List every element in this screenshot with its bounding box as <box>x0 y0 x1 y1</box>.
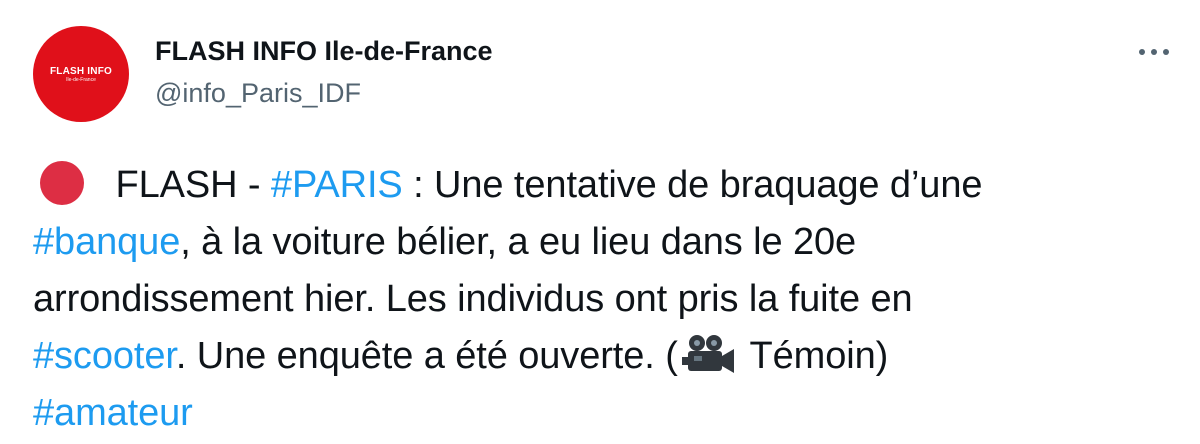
tweet-text-segment: . Une enquête a été ouverte. ( <box>175 335 678 377</box>
hashtag-amateur[interactable]: #amateur <box>33 392 193 434</box>
more-options-button[interactable] <box>1128 28 1180 76</box>
avatar-subtitle: Ile-de-France <box>66 76 96 83</box>
tweet-card[interactable]: FLASH INFO Ile-de-France FLASH INFO Ile-… <box>0 0 1200 444</box>
display-name[interactable]: FLASH INFO Ile-de-France <box>155 36 493 67</box>
tweet-text-segment: FLASH - <box>105 164 271 206</box>
tweet-text: FLASH - #PARIS : Une tentative de braqua… <box>33 157 1173 442</box>
tweet-text-segment: arrondissement hier. Les individus ont p… <box>33 278 913 320</box>
hashtag-banque[interactable]: #banque <box>33 221 180 263</box>
tweet-line-1: FLASH - #PARIS : Une tentative de braqua… <box>33 157 1173 214</box>
tweet-line-5: #amateur <box>33 385 1173 442</box>
tweet-text-segment: Témoin) <box>739 335 889 377</box>
tweet-line-3: arrondissement hier. Les individus ont p… <box>33 271 1173 328</box>
tweet-text-segment: , à la voiture bélier, a eu lieu dans le… <box>180 221 857 263</box>
movie-camera-emoji <box>681 334 734 373</box>
user-handle[interactable]: @info_Paris_IDF <box>155 78 361 109</box>
more-horizontal-icon <box>1139 49 1169 55</box>
tweet-line-4: #scooter. Une enquête a été ouverte. ( T… <box>33 328 1173 385</box>
tweet-line-2: #banque, à la voiture bélier, a eu lieu … <box>33 214 1173 271</box>
avatar[interactable]: FLASH INFO Ile-de-France <box>33 26 129 122</box>
tweet-text-segment: : Une tentative de braquage d’une <box>402 164 983 206</box>
hashtag-paris[interactable]: #PARIS <box>271 164 403 206</box>
avatar-title: FLASH INFO <box>50 65 112 77</box>
hashtag-scooter[interactable]: #scooter <box>33 335 176 377</box>
red-circle-emoji <box>40 160 84 205</box>
